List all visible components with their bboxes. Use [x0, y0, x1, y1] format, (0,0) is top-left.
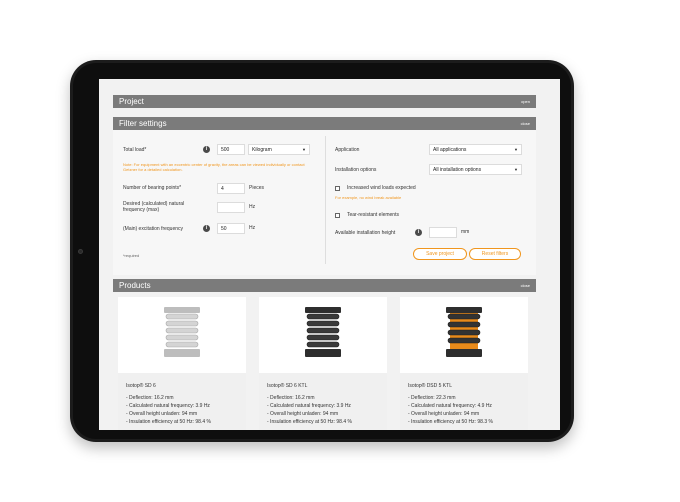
natural-frequency-label: Desired (calculated) natural frequency (…: [123, 201, 185, 213]
installation-height-unit: mm: [461, 229, 470, 235]
camera-icon: [78, 249, 83, 254]
installation-options-select[interactable]: All installation options ▼: [429, 164, 522, 175]
filter-close-toggle[interactable]: close: [521, 121, 530, 126]
filter-title: Filter settings: [119, 119, 167, 128]
tablet-bezel: Project open Filter settings close Total…: [73, 63, 571, 439]
natural-frequency-unit: Hz: [249, 204, 256, 210]
project-header[interactable]: Project open: [113, 95, 536, 108]
product-card[interactable]: Isotop® SD 6 - Deflection: 16.2 mm - Cal…: [118, 297, 246, 430]
project-title: Project: [119, 97, 144, 106]
product-name: Isotop® SD 6 KTL: [267, 383, 308, 389]
tear-resistant-label: Tear-resistant elements: [347, 212, 399, 218]
excitation-unit: Hz: [249, 225, 256, 231]
info-icon[interactable]: i: [203, 146, 210, 153]
info-icon[interactable]: i: [203, 225, 210, 232]
filter-header[interactable]: Filter settings close: [113, 117, 536, 130]
product-name: Isotop® DSD 5 KTL: [408, 383, 452, 389]
tear-resistant-checkbox[interactable]: [335, 213, 340, 218]
product-specs: - Deflection: 16.2 mm - Calculated natur…: [126, 395, 211, 425]
products-close-toggle[interactable]: close: [521, 283, 530, 288]
product-name: Isotop® SD 6: [126, 383, 156, 389]
products-header[interactable]: Products close: [113, 279, 536, 292]
product-card[interactable]: Isotop® SD 6 KTL - Deflection: 16.2 mm -…: [259, 297, 387, 430]
chevron-down-icon: ▼: [514, 147, 518, 152]
tablet-frame: Project open Filter settings close Total…: [70, 60, 574, 442]
chevron-down-icon: ▼: [302, 147, 306, 152]
product-image: [118, 297, 246, 373]
column-divider: [325, 136, 326, 264]
total-load-input[interactable]: 500: [217, 144, 245, 155]
installation-height-input[interactable]: [429, 227, 457, 238]
wind-loads-hint: For example, no wind break available: [335, 195, 402, 200]
excitation-label: (Main) excitation frequency: [123, 226, 184, 232]
spring-icon: [305, 307, 341, 357]
excitation-input[interactable]: 50: [217, 223, 245, 234]
product-specs: - Deflection: 16.2 mm - Calculated natur…: [267, 395, 352, 425]
required-note: *required: [123, 253, 140, 258]
bearing-points-unit: Pieces: [249, 185, 265, 191]
spring-icon: [164, 307, 200, 357]
natural-frequency-input[interactable]: [217, 202, 245, 213]
application-label: Application: [335, 147, 360, 153]
product-image: [259, 297, 387, 373]
reset-filters-button[interactable]: Reset filters: [469, 248, 521, 260]
spring-icon: [446, 307, 482, 357]
wind-loads-checkbox[interactable]: [335, 186, 340, 191]
installation-options-label: Installation options: [335, 167, 377, 173]
save-project-button[interactable]: Save project: [413, 248, 467, 260]
screen: Project open Filter settings close Total…: [99, 79, 560, 430]
product-specs: - Deflection: 22.3 mm - Calculated natur…: [408, 395, 493, 425]
bearing-points-label: Number of bearing points*: [123, 185, 182, 191]
total-load-label: Total load*: [123, 147, 147, 153]
products-title: Products: [119, 281, 151, 290]
project-open-toggle[interactable]: open: [521, 99, 530, 104]
product-image: [400, 297, 528, 373]
product-card[interactable]: Isotop® DSD 5 KTL - Deflection: 22.3 mm …: [400, 297, 528, 430]
filter-panel: Total load* i 500 Kilogram ▼ Note: For e…: [113, 130, 536, 275]
chevron-down-icon: ▼: [514, 167, 518, 172]
installation-height-label: Available installation height: [335, 230, 396, 236]
bearing-points-input[interactable]: 4: [217, 183, 245, 194]
load-note: Note: For equipment with an eccentric ce…: [123, 162, 305, 172]
info-icon[interactable]: i: [415, 229, 422, 236]
load-unit-select[interactable]: Kilogram ▼: [248, 144, 310, 155]
wind-loads-label: Increased wind loads expected: [347, 185, 416, 191]
application-select[interactable]: All applications ▼: [429, 144, 522, 155]
